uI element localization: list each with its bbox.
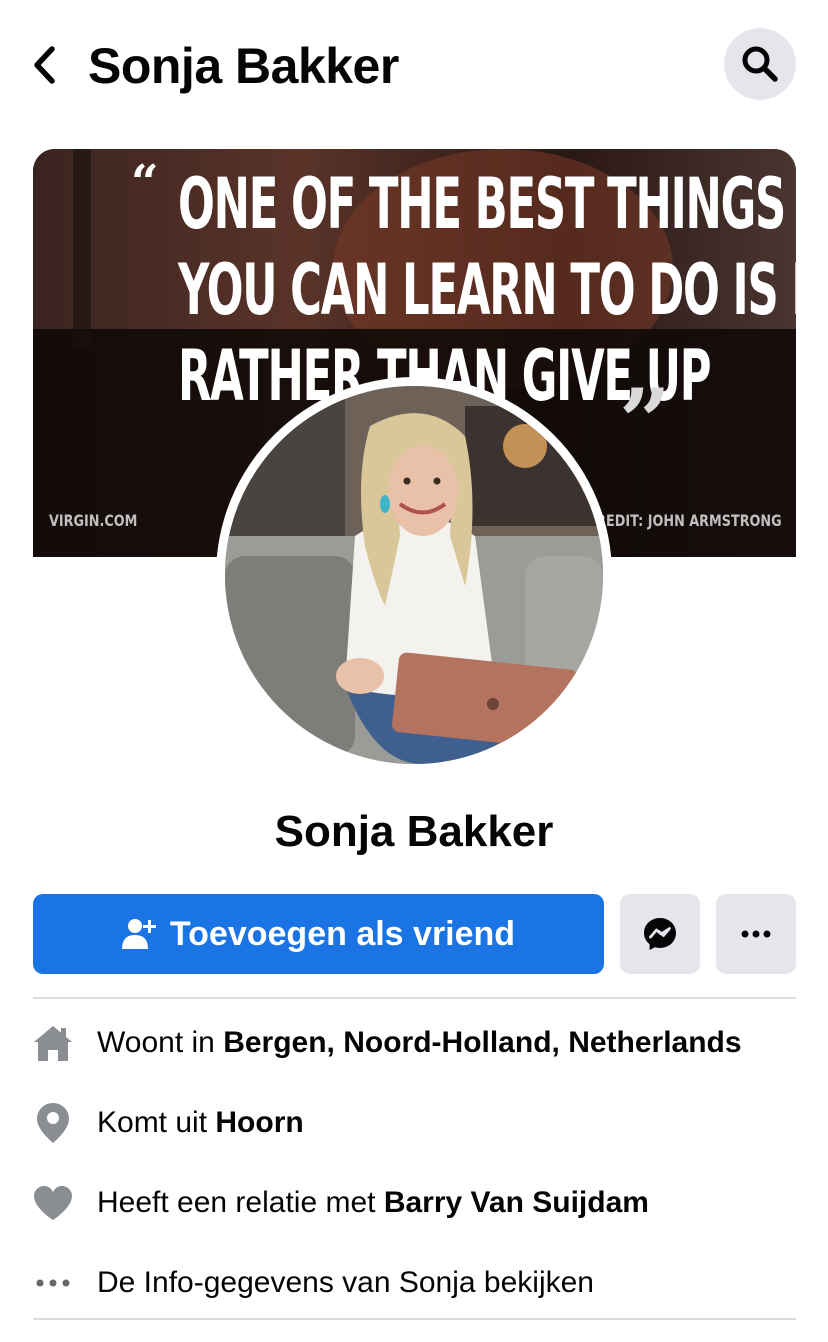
home-icon [33, 1021, 73, 1065]
header-title: Sonja Bakker [88, 38, 399, 94]
info-from-value[interactable]: Hoorn [215, 1106, 303, 1139]
profile-picture[interactable] [216, 377, 612, 773]
info-relationship-prefix: Heeft een relatie met [97, 1186, 384, 1219]
cover-quote-line-1: ONE OF THE BEST THINGS [177, 163, 786, 245]
divider [33, 1318, 796, 1320]
more-options-button[interactable] [716, 894, 796, 974]
profile-picture-image [225, 386, 603, 764]
more-dots-icon [33, 1261, 73, 1305]
cover-close-quote: ” [619, 369, 671, 475]
heart-icon [33, 1181, 73, 1225]
add-friend-button[interactable]: Toevoegen als vriend [33, 894, 604, 974]
profile-name: Sonja Bakker [274, 807, 554, 856]
info-from-prefix: Komt uit [97, 1106, 216, 1139]
add-friend-label: Toevoegen als vriend [169, 914, 516, 953]
info-relationship: Heeft een relatie met Barry Van Suijdam [33, 1173, 796, 1233]
profile-actions: Toevoegen als vriend [33, 894, 796, 974]
info-from: Komt uit Hoorn [33, 1093, 796, 1153]
info-lives-value[interactable]: Bergen, Noord-Holland, Netherlands [223, 1026, 741, 1059]
chevron-left-icon [34, 46, 55, 84]
cover-open-quote: “ [131, 155, 159, 211]
message-button[interactable] [620, 894, 700, 974]
search-button[interactable] [724, 28, 796, 100]
more-dots-icon [741, 930, 771, 938]
see-info-label: De Info-gegevens van Sonja bekijken [97, 1266, 594, 1299]
top-bar: Sonja Bakker [0, 0, 828, 130]
info-relationship-value[interactable]: Barry Van Suijdam [384, 1186, 649, 1219]
back-button[interactable] [26, 40, 62, 90]
info-lives-prefix: Woont in [97, 1026, 224, 1059]
location-pin-icon [33, 1101, 73, 1145]
cover-credit-label: CREDIT: JOHN ARMSTRONG [587, 511, 782, 530]
divider [33, 997, 796, 999]
messenger-icon [644, 918, 676, 950]
cover-quote-line-2: YOU CAN LEARN TO DO IS REST, [177, 249, 796, 331]
search-icon [742, 46, 778, 82]
see-info-link[interactable]: De Info-gegevens van Sonja bekijken [33, 1253, 796, 1313]
add-person-icon [121, 919, 156, 949]
cover-site-label: VIRGIN.COM [49, 511, 138, 530]
info-lives-in: Woont in Bergen, Noord-Holland, Netherla… [33, 1013, 796, 1073]
